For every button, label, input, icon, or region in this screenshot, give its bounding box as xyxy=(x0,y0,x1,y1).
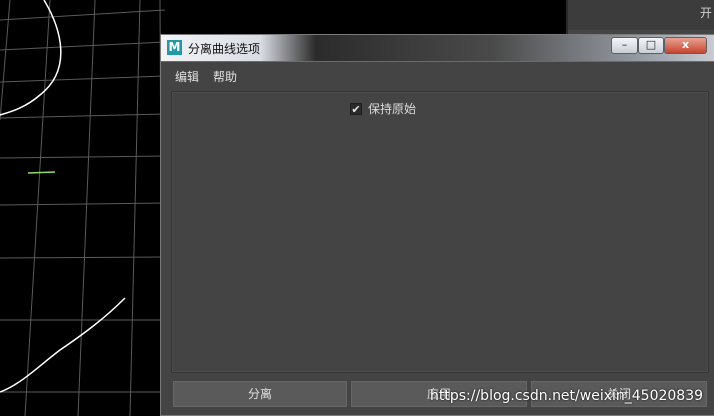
menu-bar: 编辑 帮助 xyxy=(161,62,714,88)
options-panel: ✔ 保持原始 xyxy=(171,91,709,373)
watermark-text: https://blog.csdn.net/weixin_45020839 xyxy=(430,388,704,404)
close-window-button[interactable]: x xyxy=(664,37,707,54)
maximize-button[interactable]: □ xyxy=(638,37,664,54)
keep-original-option[interactable]: ✔ 保持原始 xyxy=(350,100,416,117)
separate-button[interactable]: 分离 xyxy=(173,381,347,407)
title-bar[interactable]: M 分离曲线选项 – □ x xyxy=(161,35,714,62)
minimize-icon: – xyxy=(621,38,628,51)
detach-curve-options-dialog: M 分离曲线选项 – □ x 编辑 帮助 ✔ 保持原始 分离 应用 关闭 xyxy=(160,34,714,416)
minimize-button[interactable]: – xyxy=(611,37,638,54)
maya-app-icon: M xyxy=(167,40,182,55)
keep-original-checkbox[interactable]: ✔ xyxy=(350,102,362,115)
menu-edit[interactable]: 编辑 xyxy=(175,68,199,85)
dialog-title: 分离曲线选项 xyxy=(188,42,261,56)
menu-help[interactable]: 帮助 xyxy=(213,68,237,85)
side-panel-glyph: 开 xyxy=(699,6,712,20)
keep-original-label: 保持原始 xyxy=(368,102,417,116)
maximize-icon: □ xyxy=(645,38,657,51)
close-icon: x xyxy=(681,38,690,51)
side-panel-header xyxy=(568,0,714,30)
